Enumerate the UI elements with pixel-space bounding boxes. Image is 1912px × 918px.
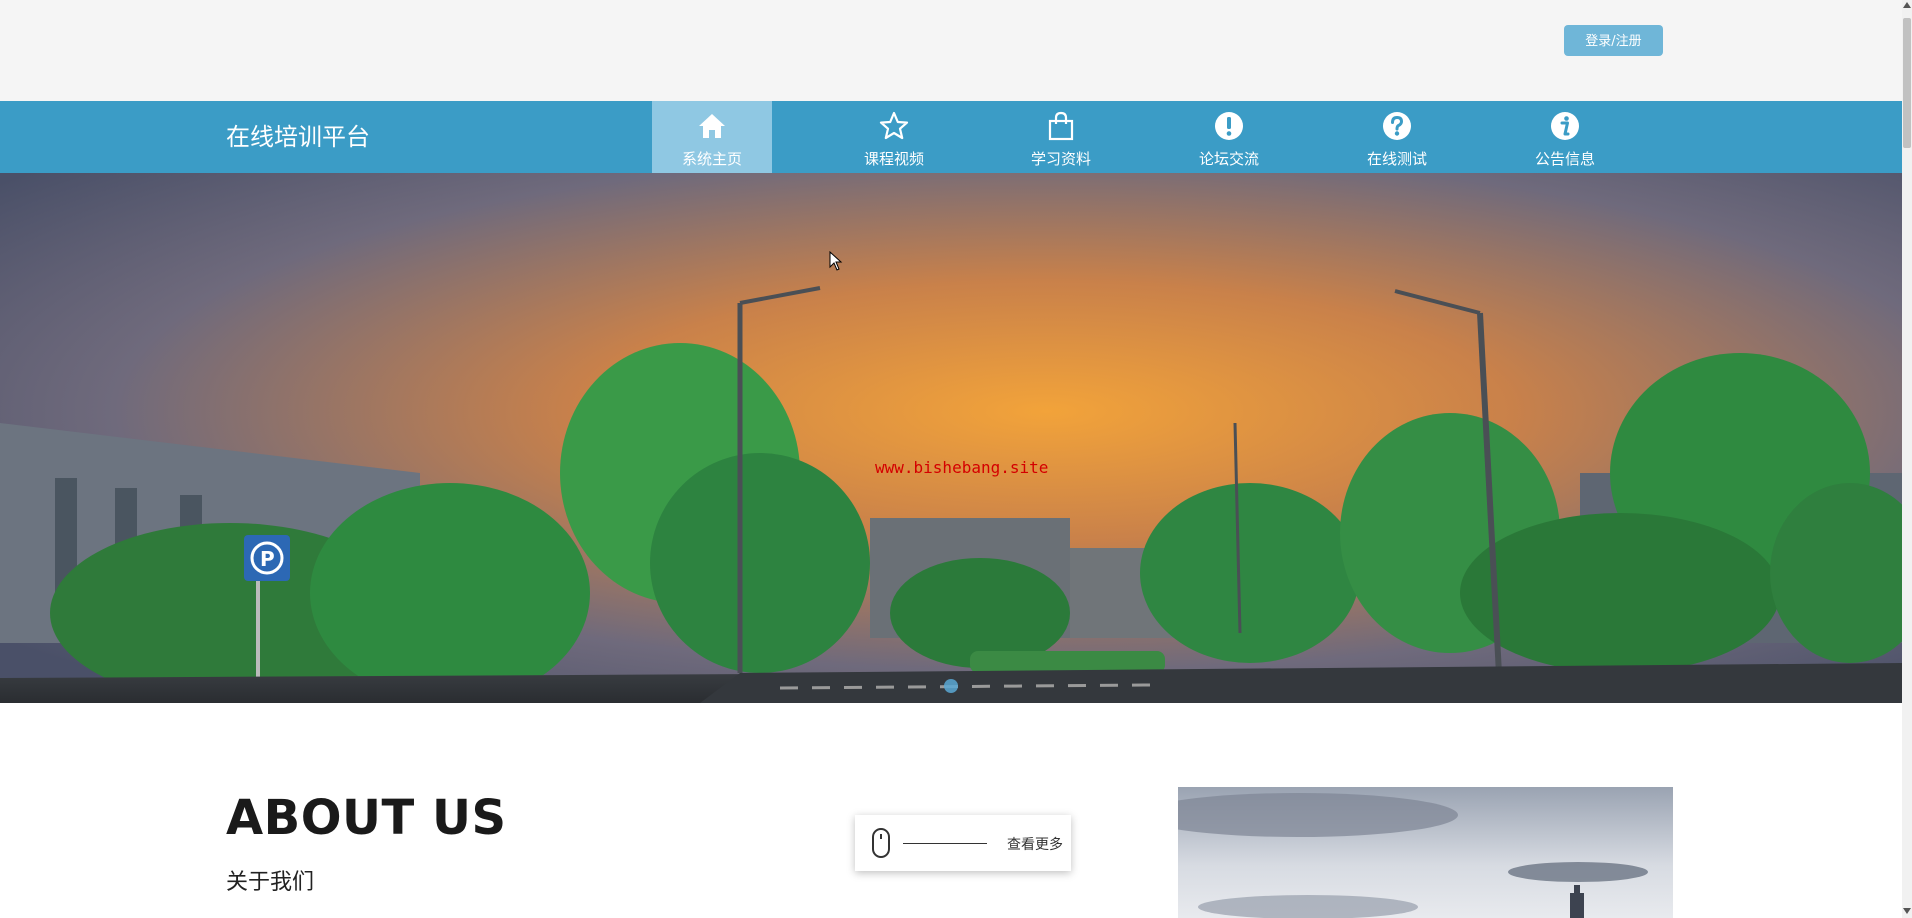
nav-label-study-materials: 学习资料: [1030, 150, 1091, 168]
nav-item-forum[interactable]: 论坛交流: [1169, 101, 1289, 173]
scrollbar-thumb[interactable]: [1903, 18, 1911, 148]
nav-label-announcements: 公告信息: [1534, 150, 1595, 168]
carousel-indicator-dot[interactable]: [944, 679, 958, 693]
divider-line: [903, 843, 987, 844]
login-register-button[interactable]: 登录/注册: [1564, 25, 1663, 56]
main-navbar: 在线培训平台 系统主页 课程视频 学习资料 论坛交流 在线测试 公告信息: [0, 101, 1902, 173]
about-subtitle: 关于我们: [226, 870, 315, 895]
nav-item-study-materials[interactable]: 学习资料: [1001, 101, 1121, 173]
about-title: ABOUT US: [226, 790, 507, 846]
about-image: [1178, 787, 1673, 918]
nav-label-course-videos: 课程视频: [863, 150, 924, 168]
mouse-cursor-icon: [829, 251, 843, 271]
nav-label-online-test: 在线测试: [1366, 150, 1427, 168]
scroll-up-arrow-icon[interactable]: [1903, 2, 1911, 8]
exclamation-icon: [1215, 112, 1243, 140]
scroll-down-arrow-icon[interactable]: [1903, 908, 1911, 914]
site-brand[interactable]: 在线培训平台: [226, 101, 370, 173]
mouse-scroll-icon: [872, 828, 890, 858]
nav-item-course-videos[interactable]: 课程视频: [834, 101, 954, 173]
city-skyline-image: [1178, 787, 1673, 918]
star-icon: [879, 111, 909, 140]
campus-sunset-image: P: [0, 173, 1902, 703]
view-more-button[interactable]: 查看更多: [855, 815, 1071, 871]
top-bar: 登录/注册: [0, 0, 1902, 101]
shopping-bag-icon: [1048, 111, 1074, 141]
nav-item-home[interactable]: 系统主页: [652, 101, 772, 173]
view-more-label: 查看更多: [1007, 837, 1063, 853]
nav-label-home: 系统主页: [681, 150, 742, 168]
nav-label-forum: 论坛交流: [1198, 150, 1259, 168]
hero-banner: P www.bishebang.site: [0, 173, 1902, 703]
nav-item-online-test[interactable]: 在线测试: [1337, 101, 1457, 173]
home-icon: [699, 114, 725, 138]
nav-item-announcements[interactable]: 公告信息: [1505, 101, 1625, 173]
site-watermark: www.bishebang.site: [875, 458, 1049, 477]
question-icon: [1383, 112, 1411, 140]
info-icon: [1551, 112, 1579, 140]
svg-text:P: P: [260, 547, 275, 571]
